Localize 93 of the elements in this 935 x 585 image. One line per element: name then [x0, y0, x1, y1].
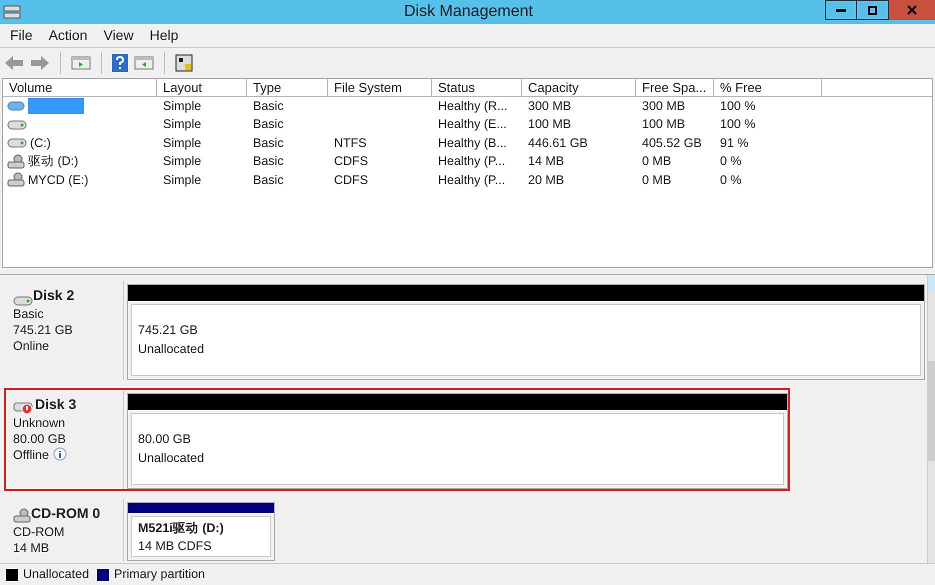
table-cell: Basic: [253, 136, 284, 150]
panel-icon[interactable]: [134, 55, 154, 71]
partition[interactable]: 80.00 GB Unallocated: [127, 393, 788, 489]
table-cell: 0 %: [720, 172, 742, 187]
panel-icon[interactable]: [71, 55, 91, 71]
menu-item[interactable]: File: [4, 25, 39, 46]
disk-info: Online: [13, 338, 50, 354]
restore-button[interactable]: [857, 0, 889, 20]
partition-info: 80.00 GB: [138, 431, 192, 448]
minimize-button[interactable]: [825, 0, 857, 20]
disk-info: Basic: [13, 306, 44, 322]
table-cell: Healthy (P...: [438, 154, 506, 168]
disk-info: CD-ROM: [13, 524, 64, 540]
legend-label: Unallocated: [23, 566, 90, 584]
disk-info: 80.00 GB: [13, 431, 66, 447]
column-header[interactable]: Type: [247, 79, 328, 96]
table-cell: Healthy (B...: [438, 136, 507, 150]
table-cell: 0 %: [720, 154, 742, 168]
table-cell: CDFS: [334, 154, 368, 168]
table-cell: 300 MB: [642, 98, 686, 113]
table-cell: NTFS: [334, 136, 367, 150]
drive-icon: [7, 101, 25, 112]
partition[interactable]: 745.21 GB Unallocated: [127, 284, 925, 380]
close-icon: [907, 5, 917, 15]
partition-info: 745.21 GB: [138, 322, 199, 340]
disk-info: Offline: [13, 447, 49, 463]
table-cell: Basic: [253, 154, 284, 168]
properties-icon[interactable]: [175, 54, 193, 72]
table-cell: 14 MB: [528, 154, 564, 168]
menu-item[interactable]: Action: [42, 25, 94, 46]
app-icon: [3, 4, 21, 20]
table-cell: 0 MB: [642, 154, 672, 168]
table-cell: 100 MB: [642, 117, 686, 132]
table-cell: 91 %: [720, 136, 748, 150]
column-header[interactable]: % Free: [714, 79, 822, 96]
table-cell: Simple: [163, 154, 202, 168]
table-cell: 446.61 GB: [528, 136, 588, 150]
table-cell: Healthy (E...: [438, 117, 507, 132]
table-cell: Simple: [163, 117, 202, 132]
partition-info: Unallocated: [138, 450, 206, 467]
column-header[interactable]: File System: [328, 79, 432, 96]
partition-info: Unallocated: [138, 341, 206, 358]
scrollbar[interactable]: [927, 275, 935, 563]
partition[interactable]: M521i驱动 (D:) 14 MB CDFS: [127, 502, 275, 561]
table-cell: 100 MB: [528, 117, 572, 132]
disk-name: Disk 2: [33, 286, 74, 305]
menu-item[interactable]: View: [97, 25, 140, 46]
help-icon[interactable]: [112, 54, 128, 72]
column-header[interactable]: Volume: [3, 79, 157, 96]
info-icon[interactable]: [52, 447, 67, 463]
table-cell: 100 %: [720, 98, 756, 113]
close-button[interactable]: [889, 0, 935, 20]
partition-title: M521i驱动 (D:): [138, 520, 225, 537]
redaction-block: [28, 98, 84, 114]
table-cell-text: 驱动 (D:): [28, 153, 78, 170]
table-cell: Simple: [163, 172, 202, 187]
disk-info: Unknown: [13, 415, 66, 431]
forward-arrow-icon[interactable]: [30, 55, 50, 71]
table-cell: Basic: [253, 117, 284, 132]
table-cell: 300 MB: [528, 98, 572, 113]
disk-name: Disk 3: [35, 395, 76, 414]
table-cell: 0 MB: [642, 172, 672, 187]
table-cell: 100 %: [720, 117, 756, 132]
cd-drive-icon: [13, 508, 31, 524]
drive-icon: [13, 296, 33, 306]
table-cell: CDFS: [334, 172, 368, 187]
cd-drive-icon: [7, 154, 25, 170]
table-cell: Simple: [163, 98, 202, 113]
table-cell: Basic: [253, 98, 284, 113]
window-title: Disk Management: [404, 2, 533, 22]
disk-info: 745.21 GB: [13, 322, 73, 338]
column-header[interactable]: Free Spa...: [636, 79, 714, 96]
column-header[interactable]: Capacity: [522, 79, 636, 96]
cd-drive-icon: [7, 172, 25, 188]
disk-name: CD-ROM 0: [31, 504, 100, 523]
menu-item[interactable]: Help: [144, 25, 184, 46]
table-cell-text: (C:): [30, 134, 51, 152]
legend-label: Primary partition: [114, 566, 206, 584]
table-cell: Healthy (R...: [438, 98, 508, 113]
table-cell: 20 MB: [528, 172, 564, 187]
back-arrow-icon[interactable]: [4, 55, 24, 71]
column-header[interactable]: Layout: [157, 79, 247, 96]
disk-info: 14 MB: [13, 540, 50, 556]
drive-icon: [7, 138, 27, 148]
partition-info: 14 MB CDFS: [138, 538, 213, 556]
table-cell: Healthy (P...: [438, 172, 506, 187]
table-cell: 405.52 GB: [642, 136, 702, 150]
drive-icon: [7, 120, 27, 130]
column-header[interactable]: Status: [432, 79, 522, 96]
table-cell: Simple: [163, 136, 202, 150]
table-cell-text: MYCD (E:): [28, 172, 88, 189]
table-cell: Basic: [253, 172, 284, 187]
disk-warning-icon: [13, 401, 35, 415]
